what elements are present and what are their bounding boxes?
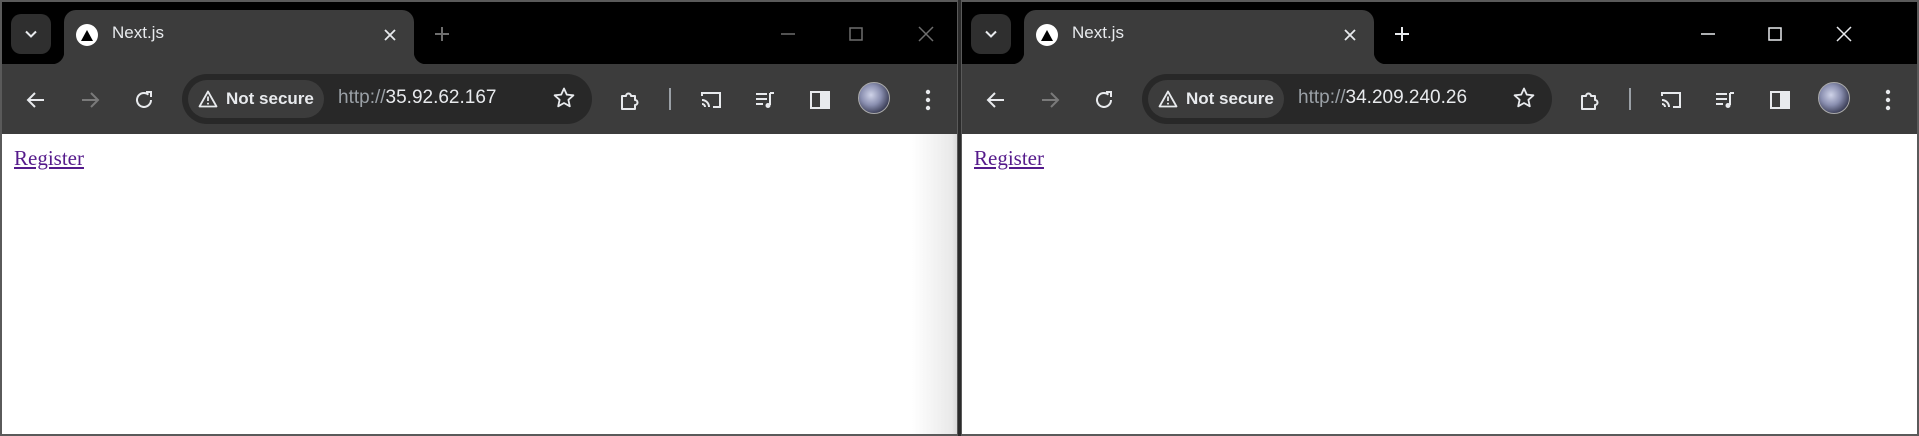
side-panel-icon bbox=[1770, 91, 1790, 109]
tab-strip: Next.js bbox=[2, 2, 957, 64]
forward-arrow-icon bbox=[1042, 92, 1060, 108]
new-tab-button[interactable] bbox=[1390, 22, 1414, 46]
minimize-icon bbox=[781, 33, 795, 35]
media-queue-icon bbox=[1716, 92, 1734, 108]
register-link[interactable]: Register bbox=[14, 146, 84, 171]
chevron-down-icon bbox=[985, 30, 997, 38]
toolbar-separator bbox=[1629, 88, 1631, 110]
window-close-icon bbox=[1836, 26, 1852, 42]
url-host: 35.92.62.167 bbox=[385, 87, 497, 108]
url-text[interactable]: http://34.209.240.26 bbox=[1298, 87, 1467, 109]
forward-button[interactable] bbox=[1034, 84, 1066, 116]
url-scheme: http:// bbox=[1298, 87, 1346, 108]
warning-triangle-icon bbox=[1158, 90, 1178, 108]
side-panel-button[interactable] bbox=[1764, 84, 1796, 116]
star-icon[interactable] bbox=[552, 86, 576, 110]
browser-window-left: Next.js Not secure http://35.92.62.167 R… bbox=[0, 0, 958, 436]
media-control-button[interactable] bbox=[1709, 84, 1741, 116]
maximize-button[interactable] bbox=[840, 18, 872, 50]
puzzle-icon bbox=[621, 92, 639, 110]
more-vert-icon bbox=[1885, 89, 1891, 111]
url-scheme: http:// bbox=[338, 87, 386, 108]
tab-close-button[interactable] bbox=[378, 23, 402, 47]
plus-icon bbox=[435, 27, 449, 41]
browser-window-right: Next.js Not secure http://34.209.240.26 … bbox=[961, 0, 1919, 436]
tab-strip: Next.js bbox=[962, 2, 1917, 64]
url-host: 34.209.240.26 bbox=[1345, 87, 1468, 108]
menu-button[interactable] bbox=[1872, 84, 1904, 116]
tab-search-button[interactable] bbox=[11, 14, 51, 54]
security-chip[interactable]: Not secure bbox=[1148, 80, 1284, 118]
nextjs-favicon-icon bbox=[1036, 24, 1058, 46]
tab-title: Next.js bbox=[1072, 23, 1124, 42]
tab-active[interactable]: Next.js bbox=[52, 10, 426, 64]
close-icon bbox=[1344, 29, 1356, 41]
page-content: Register bbox=[962, 134, 1917, 434]
security-chip[interactable]: Not secure bbox=[188, 80, 324, 118]
star-icon[interactable] bbox=[1512, 86, 1536, 110]
maximize-icon bbox=[1768, 27, 1782, 41]
back-arrow-icon bbox=[986, 92, 1004, 108]
reload-button[interactable] bbox=[1088, 84, 1120, 116]
side-panel-icon bbox=[810, 91, 830, 109]
warning-triangle-icon bbox=[198, 90, 218, 108]
media-queue-icon bbox=[756, 92, 774, 108]
puzzle-icon bbox=[1581, 92, 1599, 110]
cast-icon bbox=[701, 92, 721, 108]
reload-icon bbox=[136, 91, 152, 108]
minimize-button[interactable] bbox=[1692, 18, 1724, 50]
back-button[interactable] bbox=[20, 84, 52, 116]
cast-icon bbox=[1661, 92, 1681, 108]
toolbar: Not secure http://35.92.62.167 bbox=[2, 64, 957, 134]
window-close-icon bbox=[918, 26, 934, 42]
avatar[interactable] bbox=[1818, 82, 1850, 114]
more-vert-icon bbox=[925, 89, 931, 111]
reload-button[interactable] bbox=[128, 84, 160, 116]
security-label: Not secure bbox=[226, 89, 314, 108]
security-label: Not secure bbox=[1186, 89, 1274, 108]
side-panel-button[interactable] bbox=[804, 84, 836, 116]
reload-icon bbox=[1096, 91, 1112, 108]
tab-active[interactable]: Next.js bbox=[1012, 10, 1386, 64]
url-text[interactable]: http://35.92.62.167 bbox=[338, 87, 496, 109]
tab-close-button[interactable] bbox=[1338, 23, 1362, 47]
cast-button[interactable] bbox=[695, 84, 727, 116]
back-arrow-icon bbox=[26, 92, 44, 108]
toolbar-separator bbox=[669, 88, 671, 110]
tab-search-button[interactable] bbox=[971, 14, 1011, 54]
back-button[interactable] bbox=[980, 84, 1012, 116]
media-control-button[interactable] bbox=[749, 84, 781, 116]
forward-arrow-icon bbox=[82, 92, 100, 108]
forward-button[interactable] bbox=[74, 84, 106, 116]
plus-icon bbox=[1395, 27, 1409, 41]
maximize-icon bbox=[849, 27, 863, 41]
close-icon bbox=[384, 29, 396, 41]
avatar[interactable] bbox=[858, 82, 890, 114]
register-link[interactable]: Register bbox=[974, 146, 1044, 171]
minimize-icon bbox=[1701, 33, 1715, 35]
extensions-button[interactable] bbox=[614, 84, 646, 116]
new-tab-button[interactable] bbox=[430, 22, 454, 46]
address-bar[interactable]: Not secure http://35.92.62.167 bbox=[182, 74, 592, 124]
window-close-button[interactable] bbox=[910, 18, 942, 50]
extensions-button[interactable] bbox=[1574, 84, 1606, 116]
minimize-button[interactable] bbox=[772, 18, 804, 50]
chevron-down-icon bbox=[25, 30, 37, 38]
toolbar: Not secure http://34.209.240.26 bbox=[962, 64, 1917, 134]
window-close-button[interactable] bbox=[1828, 18, 1860, 50]
page-content: Register bbox=[2, 134, 957, 434]
menu-button[interactable] bbox=[912, 84, 944, 116]
nextjs-favicon-icon bbox=[76, 24, 98, 46]
maximize-button[interactable] bbox=[1759, 18, 1791, 50]
cast-button[interactable] bbox=[1655, 84, 1687, 116]
tab-title: Next.js bbox=[112, 23, 164, 42]
address-bar[interactable]: Not secure http://34.209.240.26 bbox=[1142, 74, 1552, 124]
